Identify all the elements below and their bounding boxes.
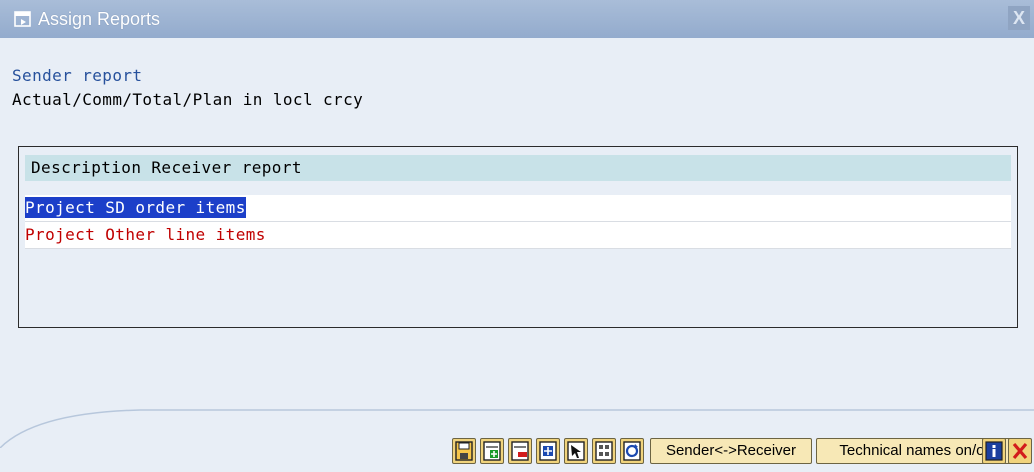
dialog-content: Sender report Actual/Comm/Total/Plan in … <box>0 38 1034 472</box>
window-icon <box>14 11 31 27</box>
select-icon <box>567 441 585 461</box>
info-button[interactable] <box>982 438 1006 464</box>
add-entry-icon <box>483 441 501 461</box>
insert-icon <box>539 441 557 461</box>
sender-report-value: Actual/Comm/Total/Plan in locl crcy <box>12 90 364 109</box>
cancel-icon <box>1012 442 1028 460</box>
select-button[interactable] <box>564 438 588 464</box>
list-item[interactable]: Project SD order items <box>25 195 1011 222</box>
application-toolbar: Sender<->Receiver Technical names on/off <box>0 432 1034 468</box>
save-icon <box>455 441 473 461</box>
save-button[interactable] <box>452 438 476 464</box>
list-item[interactable]: Project Other line items <box>25 222 1011 249</box>
delete-entry-button[interactable] <box>508 438 532 464</box>
receiver-report-list: Project SD order items Project Other lin… <box>25 195 1011 249</box>
list-item-label: Project Other line items <box>25 225 266 244</box>
layout-button[interactable] <box>592 438 616 464</box>
sender-receiver-button[interactable]: Sender<->Receiver <box>650 438 812 464</box>
add-entry-button[interactable] <box>480 438 504 464</box>
delete-entry-icon <box>511 441 529 461</box>
insert-button[interactable] <box>536 438 560 464</box>
window-title: Assign Reports <box>38 9 161 29</box>
cancel-button[interactable] <box>1008 438 1032 464</box>
list-item-label: Project SD order items <box>25 197 246 218</box>
sender-report-label: Sender report <box>12 66 143 85</box>
receiver-report-table: Description Receiver report Project SD o… <box>18 146 1018 328</box>
column-header-description[interactable]: Description Receiver report <box>25 155 1011 181</box>
refresh-icon <box>623 441 641 461</box>
title-bar: Assign Reports X <box>0 0 1034 39</box>
layout-icon <box>595 441 613 461</box>
close-button[interactable]: X <box>1008 6 1030 30</box>
info-icon <box>985 441 1003 461</box>
refresh-button[interactable] <box>620 438 644 464</box>
